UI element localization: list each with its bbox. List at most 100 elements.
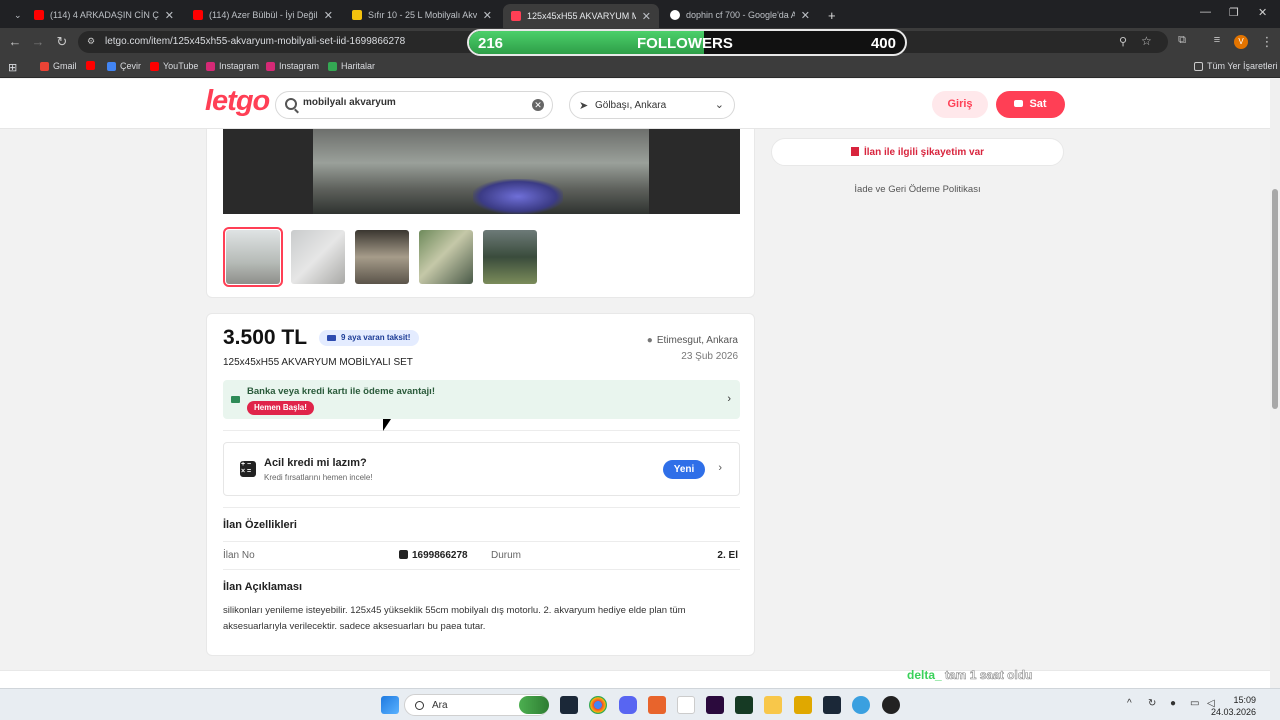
close-tab-icon[interactable]: ✕ — [483, 9, 492, 22]
translate-icon — [107, 61, 116, 71]
tab-3[interactable]: Sıfır 10 - 25 L Mobilyalı Akvaryu ✕ — [344, 4, 500, 26]
notepad-icon[interactable] — [677, 696, 695, 714]
game-icon[interactable] — [735, 696, 753, 714]
back-icon[interactable]: ← — [6, 34, 24, 49]
main-photo[interactable] — [223, 129, 740, 214]
extensions-icon[interactable]: ⧉ — [1173, 34, 1191, 47]
scrollbar-thumb[interactable] — [1272, 189, 1278, 409]
minimize-icon[interactable]: — — [1200, 6, 1211, 18]
tab-2[interactable]: (114) Azer Bülbül - İyi Değilim ✕ — [185, 4, 341, 26]
new-tab-button[interactable]: + — [820, 4, 840, 26]
forward-icon[interactable]: → — [29, 34, 47, 49]
clear-search-icon[interactable]: ✕ — [532, 99, 544, 111]
divider — [223, 569, 740, 570]
reload-icon[interactable]: ↻ — [53, 34, 71, 50]
thumbnail-3[interactable] — [355, 230, 409, 284]
menu-icon[interactable]: ⋮ — [1258, 34, 1276, 50]
media-icon[interactable]: ≡ — [1208, 34, 1226, 46]
bookmark-ceviri[interactable] — [86, 61, 95, 70]
thumbnail-2[interactable] — [291, 230, 345, 284]
tab-1[interactable]: (114) 4 ARKADAŞIN CİN ÇAĞIRMA ✕ — [26, 4, 182, 26]
card-icon — [327, 335, 336, 341]
system-clock[interactable]: 15:09 24.03.2026 — [1211, 694, 1256, 718]
all-bookmarks-label: Tüm Yer İşaretleri — [1207, 61, 1278, 71]
bookmark-label: Gmail — [53, 61, 77, 71]
thumbnail-4[interactable] — [419, 230, 473, 284]
app-icon-2[interactable] — [794, 696, 812, 714]
listing-location: ● Etimesgut, Ankara — [647, 335, 738, 346]
credit-banner[interactable]: Acil kredi mi lazım? Kredi fırsatlarını … — [223, 442, 740, 496]
photo-gallery — [206, 129, 755, 298]
listing-location-text: Etimesgut, Ankara — [656, 335, 738, 346]
taskbar-search[interactable]: Ara — [404, 694, 549, 716]
location-pin-icon[interactable]: ⚲ — [1119, 35, 1127, 48]
bookmark-youtube[interactable]: YouTube — [150, 61, 198, 71]
chrome-icon[interactable] — [589, 696, 607, 714]
tab-5[interactable]: dophin cf 700 - Google'da Ara ✕ — [662, 4, 818, 26]
close-window-icon[interactable]: ✕ — [1258, 6, 1267, 19]
thumbnail-5[interactable] — [483, 230, 537, 284]
close-tab-icon[interactable]: ✕ — [801, 9, 810, 22]
search-box[interactable]: ✕ — [275, 91, 553, 119]
discord-icon[interactable] — [619, 696, 637, 714]
page-scrollbar[interactable] — [1270, 79, 1280, 688]
all-bookmarks[interactable]: Tüm Yer İşaretleri — [1194, 61, 1278, 71]
google-favicon-icon — [670, 10, 680, 20]
tab-4-active[interactable]: 125x45xH55 AKVARYUM MOBİ ✕ — [503, 4, 659, 28]
chevron-right-icon: › — [727, 393, 731, 405]
bookmark-gmail[interactable]: Gmail — [40, 61, 77, 71]
file-explorer-icon[interactable] — [764, 696, 782, 714]
youtube-icon — [150, 61, 159, 71]
location-pin-icon: ● — [646, 335, 653, 346]
restore-icon[interactable]: ❐ — [1229, 6, 1239, 19]
windows-start-icon[interactable] — [381, 696, 399, 714]
close-tab-icon[interactable]: ✕ — [324, 9, 333, 22]
report-listing-button[interactable]: İlan ile ilgili şikayetim var — [771, 138, 1064, 166]
calculator-icon — [240, 461, 256, 477]
divider — [223, 430, 740, 431]
maps-icon — [328, 61, 337, 71]
clock-time: 15:09 — [1233, 695, 1256, 705]
editor-icon[interactable] — [706, 696, 724, 714]
bookmark-instagram-2[interactable]: Instagram — [266, 61, 319, 71]
refund-policy-link[interactable]: İade ve Geri Ödeme Politikası — [771, 184, 1064, 195]
steam-icon[interactable] — [560, 696, 578, 714]
close-tab-icon[interactable]: ✕ — [642, 10, 651, 23]
listing-no-label: İlan No — [223, 550, 255, 561]
app-icon-3[interactable] — [852, 696, 870, 714]
condition-label: Durum — [491, 550, 522, 561]
tray-chevron-icon[interactable]: ^ — [1127, 698, 1132, 709]
display-icon[interactable]: ▭ — [1190, 698, 1199, 709]
bookmark-star-icon[interactable]: ☆ — [1141, 34, 1152, 48]
url-text[interactable]: letgo.com/item/125x45xh55-akvaryum-mobil… — [105, 36, 405, 47]
sync-icon[interactable]: ↻ — [1148, 698, 1156, 709]
login-button[interactable]: Giriş — [932, 91, 988, 118]
steam-icon-2[interactable] — [823, 696, 841, 714]
letgo-logo[interactable]: letgo — [205, 85, 270, 118]
bookmark-maps[interactable]: Haritalar — [328, 61, 375, 71]
app-icon[interactable] — [648, 696, 666, 714]
apps-grid-icon[interactable]: ⊞ — [8, 61, 17, 74]
money-icon — [231, 396, 240, 403]
camera-icon — [1014, 100, 1024, 107]
page-footer-edge — [0, 670, 1270, 688]
close-tab-icon[interactable]: ✕ — [165, 9, 174, 22]
listing-no-value[interactable]: 1699866278 — [399, 550, 468, 561]
bank-payment-banner[interactable]: Banka veya kredi kartı ile ödeme avantaj… — [223, 380, 740, 419]
bookmark-label: Instagram — [219, 61, 260, 71]
thumbnail-1[interactable] — [223, 227, 283, 287]
obs-icon[interactable] — [882, 696, 900, 714]
location-selector[interactable]: ➤ Gölbaşı, Ankara ⌄ — [569, 91, 735, 119]
sell-button[interactable]: Sat — [996, 91, 1065, 118]
tab-search-button[interactable]: ⌄ — [6, 4, 24, 26]
bookmark-translate[interactable]: Çevir — [107, 61, 141, 71]
microphone-icon[interactable]: ● — [1170, 698, 1176, 709]
taskbar-search-text: Ara — [432, 700, 448, 711]
clock-date: 24.03.2026 — [1210, 707, 1256, 717]
bookmark-instagram-1[interactable]: Instagram — [206, 61, 259, 71]
credit-title: Acil kredi mi lazım? — [264, 457, 367, 469]
profile-avatar[interactable]: V — [1234, 35, 1248, 49]
search-input[interactable] — [303, 97, 523, 108]
start-now-button[interactable]: Hemen Başla! — [247, 401, 314, 415]
site-info-icon[interactable]: ⚙ — [87, 36, 98, 47]
